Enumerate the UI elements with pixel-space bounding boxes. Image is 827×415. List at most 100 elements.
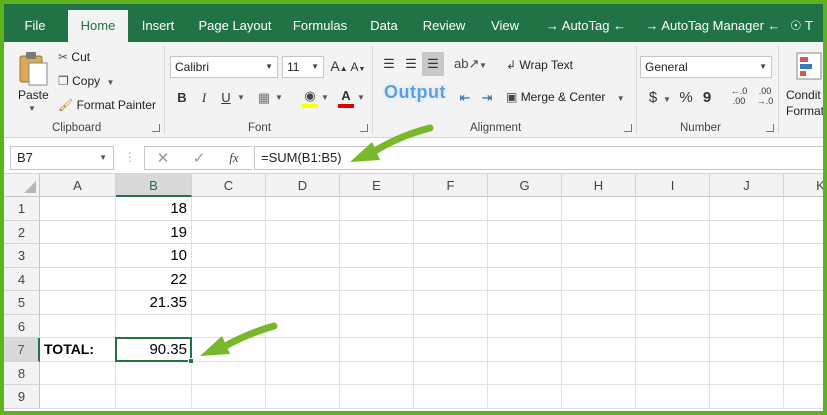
cell-i5[interactable]: [636, 291, 710, 315]
column-header-e[interactable]: E: [340, 174, 414, 197]
cell-f8[interactable]: [414, 361, 488, 385]
cell-k1[interactable]: [784, 197, 823, 221]
comma-style-button[interactable]: 9: [700, 90, 714, 106]
cell-g2[interactable]: [488, 220, 562, 244]
cell-k7[interactable]: [784, 338, 823, 362]
cell-b9[interactable]: [116, 385, 192, 409]
cell-j9[interactable]: [710, 385, 784, 409]
decrease-indent-icon[interactable]: ⇤: [456, 90, 474, 106]
cell-h7[interactable]: [562, 338, 636, 362]
cell-h8[interactable]: [562, 361, 636, 385]
column-header-c[interactable]: C: [192, 174, 266, 197]
column-header-b[interactable]: B: [116, 174, 192, 197]
cell-c6[interactable]: [192, 314, 266, 338]
cell-a8[interactable]: [40, 361, 116, 385]
cell-e1[interactable]: [340, 197, 414, 221]
cell-b7[interactable]: 90.35: [116, 338, 192, 362]
cell-j1[interactable]: [710, 197, 784, 221]
cell-f2[interactable]: [414, 220, 488, 244]
cell-i3[interactable]: [636, 244, 710, 268]
orientation-dropdown-icon[interactable]: ▼: [478, 58, 488, 74]
cell-e5[interactable]: [340, 291, 414, 315]
cell-c4[interactable]: [192, 267, 266, 291]
cell-i4[interactable]: [636, 267, 710, 291]
tab-tell-me[interactable]: ☉ T: [790, 4, 823, 42]
cell-j4[interactable]: [710, 267, 784, 291]
cell-d3[interactable]: [266, 244, 340, 268]
column-header-j[interactable]: J: [710, 174, 784, 197]
cell-b4[interactable]: 22: [116, 267, 192, 291]
select-all-button[interactable]: [4, 174, 40, 197]
cell-b1[interactable]: 18: [116, 197, 192, 221]
cell-f1[interactable]: [414, 197, 488, 221]
currency-button[interactable]: $: [646, 90, 660, 106]
cell-g1[interactable]: [488, 197, 562, 221]
formula-input[interactable]: =SUM(B1:B5): [254, 146, 823, 170]
currency-dropdown-icon[interactable]: ▼: [662, 92, 672, 108]
fill-color-button[interactable]: ◉: [302, 88, 318, 108]
insert-function-button[interactable]: fx: [225, 150, 243, 166]
cell-j7[interactable]: [710, 338, 784, 362]
cell-g6[interactable]: [488, 314, 562, 338]
cell-b8[interactable]: [116, 361, 192, 385]
align-middle-icon[interactable]: ☰: [402, 56, 420, 72]
cell-i7[interactable]: [636, 338, 710, 362]
cell-g3[interactable]: [488, 244, 562, 268]
cell-g9[interactable]: [488, 385, 562, 409]
enter-check-icon[interactable]: ✓: [191, 151, 207, 167]
number-dialog-launcher[interactable]: [766, 124, 774, 132]
name-box[interactable]: B7 ▼: [10, 146, 114, 170]
clipboard-dialog-launcher[interactable]: [152, 124, 160, 132]
cell-i6[interactable]: [636, 314, 710, 338]
cell-h4[interactable]: [562, 267, 636, 291]
cell-d7[interactable]: [266, 338, 340, 362]
align-top-icon[interactable]: ☰: [380, 56, 398, 72]
cell-f9[interactable]: [414, 385, 488, 409]
cell-b5[interactable]: 21.35: [116, 291, 192, 315]
font-dialog-launcher[interactable]: [360, 124, 368, 132]
bold-button[interactable]: B: [174, 90, 190, 106]
tab-page-layout[interactable]: Page Layout: [192, 4, 278, 42]
cell-d5[interactable]: [266, 291, 340, 315]
cell-f3[interactable]: [414, 244, 488, 268]
tab-home[interactable]: Home: [68, 10, 128, 42]
fill-handle[interactable]: [188, 357, 194, 364]
cell-i9[interactable]: [636, 385, 710, 409]
cell-i1[interactable]: [636, 197, 710, 221]
merge-center-button[interactable]: ▣ Merge & Center ▼: [506, 90, 625, 104]
cell-g5[interactable]: [488, 291, 562, 315]
cell-k8[interactable]: [784, 362, 823, 385]
worksheet-grid[interactable]: ABCDEFGHIJK 1 18 2 19 3 10 4 22 5 21.35 6 7 TOTAL: 90…: [4, 174, 823, 411]
cell-h6[interactable]: [562, 314, 636, 338]
number-format-dropdown[interactable]: General ▼: [640, 56, 772, 78]
row-header-3[interactable]: 3: [4, 244, 40, 268]
cell-f4[interactable]: [414, 267, 488, 291]
cell-a1[interactable]: [40, 197, 116, 221]
row-header-1[interactable]: 1: [4, 197, 40, 221]
row-header-4[interactable]: 4: [4, 267, 40, 291]
column-header-i[interactable]: I: [636, 174, 710, 197]
cell-f6[interactable]: [414, 314, 488, 338]
cell-j6[interactable]: [710, 314, 784, 338]
cell-g8[interactable]: [488, 361, 562, 385]
font-color-dropdown-icon[interactable]: ▼: [356, 90, 366, 106]
cell-e6[interactable]: [340, 314, 414, 338]
cell-c1[interactable]: [192, 197, 266, 221]
cell-h9[interactable]: [562, 385, 636, 409]
column-header-g[interactable]: G: [488, 174, 562, 197]
tab-data[interactable]: Data: [364, 4, 404, 42]
underline-button[interactable]: U: [218, 90, 234, 106]
cell-j8[interactable]: [710, 361, 784, 385]
cell-j2[interactable]: [710, 220, 784, 244]
tab-file[interactable]: File: [12, 4, 58, 42]
italic-button[interactable]: I: [196, 90, 212, 106]
cell-a6[interactable]: [40, 314, 116, 338]
font-size-dropdown[interactable]: 11 ▼: [282, 56, 324, 78]
tab-review[interactable]: Review: [416, 4, 472, 42]
increase-font-icon[interactable]: A▲: [330, 58, 348, 77]
cell-e7[interactable]: [340, 338, 414, 362]
cell-c5[interactable]: [192, 291, 266, 315]
cell-k4[interactable]: [784, 268, 823, 291]
conditional-formatting-button[interactable]: Condit Format: [784, 50, 823, 120]
increase-indent-icon[interactable]: ⇥: [478, 90, 496, 106]
